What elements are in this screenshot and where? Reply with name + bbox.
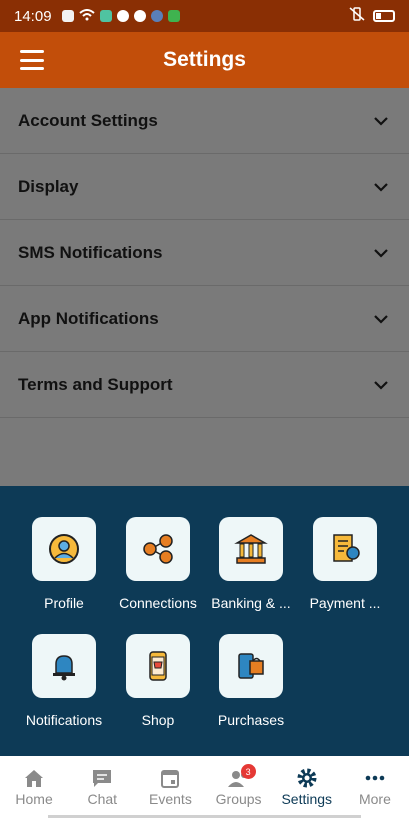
status-time: 14:09 xyxy=(14,7,52,25)
tile-icon-box xyxy=(126,517,190,581)
bank-icon xyxy=(234,534,268,564)
tile-icon-box xyxy=(219,517,283,581)
gmail-icon xyxy=(116,10,129,22)
tile-label: Connections xyxy=(119,595,197,611)
section-account-settings[interactable]: Account Settings xyxy=(0,88,409,154)
notification-badge: 3 xyxy=(240,764,256,779)
tile-notifications[interactable]: Notifications xyxy=(17,634,111,728)
tile-label: Shop xyxy=(141,712,175,728)
section-display[interactable]: Display xyxy=(0,154,409,220)
bell-icon xyxy=(53,655,75,681)
message-icon xyxy=(61,10,74,22)
section-label: Display xyxy=(18,176,79,196)
tile-shop[interactable]: Shop xyxy=(111,634,205,728)
home-icon xyxy=(25,770,44,787)
tile-icon-box xyxy=(32,517,96,581)
vibrate-off-icon xyxy=(349,7,365,25)
section-label: Terms and Support xyxy=(18,374,173,394)
chevron-down-icon xyxy=(374,182,388,192)
gmail-icon-2 xyxy=(133,10,146,22)
gear-icon xyxy=(297,768,317,788)
purchases-icon xyxy=(238,653,264,679)
section-label: SMS Notifications xyxy=(18,242,163,262)
status-bar: 14:09 xyxy=(0,0,409,32)
wifi-icon xyxy=(78,8,95,25)
section-label: App Notifications xyxy=(18,308,159,328)
tile-icon-box xyxy=(219,634,283,698)
tile-banking[interactable]: Banking & ... xyxy=(204,517,298,611)
nav-label: Home xyxy=(15,791,53,807)
app-icon-2 xyxy=(150,10,163,22)
profile-icon xyxy=(49,534,79,564)
nav-label: Events xyxy=(149,791,192,807)
battery-icon xyxy=(373,10,395,22)
chevron-down-icon xyxy=(374,380,388,390)
hamburger-menu-icon[interactable] xyxy=(20,50,44,70)
nav-chat[interactable]: Chat xyxy=(68,756,136,818)
tile-profile[interactable]: Profile xyxy=(17,517,111,611)
section-sms-notifications[interactable]: SMS Notifications xyxy=(0,220,409,286)
app-bar: Settings xyxy=(0,32,409,88)
tile-label: Profile xyxy=(44,595,84,611)
nav-home[interactable]: Home xyxy=(0,756,68,818)
calendar-icon xyxy=(161,770,180,788)
notification-icons xyxy=(61,8,180,25)
connections-icon xyxy=(143,534,173,564)
nav-label: More xyxy=(358,791,391,807)
nav-settings[interactable]: Settings xyxy=(273,756,341,818)
tile-connections[interactable]: Connections xyxy=(111,517,205,611)
nav-groups[interactable]: 3 Groups xyxy=(205,756,273,818)
section-label: Account Settings xyxy=(18,110,158,130)
section-app-notifications[interactable]: App Notifications xyxy=(0,286,409,352)
nav-label: Chat xyxy=(87,791,118,807)
app-icon-3 xyxy=(167,10,180,22)
tile-label: Payment ... xyxy=(309,595,381,611)
menu-sheet: Profile Connections Banking & ... Paymen… xyxy=(0,486,409,756)
nav-events[interactable]: Events xyxy=(136,756,204,818)
nav-label: Groups xyxy=(215,791,262,807)
settings-list: Account Settings Display SMS Notificatio… xyxy=(0,88,409,486)
tile-label: Notifications xyxy=(25,712,103,728)
nav-label: Settings xyxy=(281,791,333,807)
tile-purchases[interactable]: Purchases xyxy=(204,634,298,728)
receipt-icon xyxy=(333,534,360,562)
chevron-down-icon xyxy=(374,248,388,258)
section-terms-and-support[interactable]: Terms and Support xyxy=(0,352,409,418)
tile-icon-box xyxy=(126,634,190,698)
tile-payment[interactable]: Payment ... xyxy=(298,517,392,611)
app-icon xyxy=(99,10,112,22)
tile-icon-box xyxy=(313,517,377,581)
tile-label: Banking & ... xyxy=(211,595,291,611)
chevron-down-icon xyxy=(374,314,388,324)
chat-icon xyxy=(93,770,112,787)
nav-more[interactable]: More xyxy=(341,756,409,818)
tile-label: Purchases xyxy=(217,712,285,728)
more-icon xyxy=(365,775,385,781)
page-title: Settings xyxy=(163,48,246,71)
tile-icon-box xyxy=(32,634,96,698)
shop-cart-icon xyxy=(149,651,167,681)
bottom-nav: Home Chat Events 3 Groups Settings More xyxy=(0,756,409,818)
chevron-down-icon xyxy=(374,116,388,126)
